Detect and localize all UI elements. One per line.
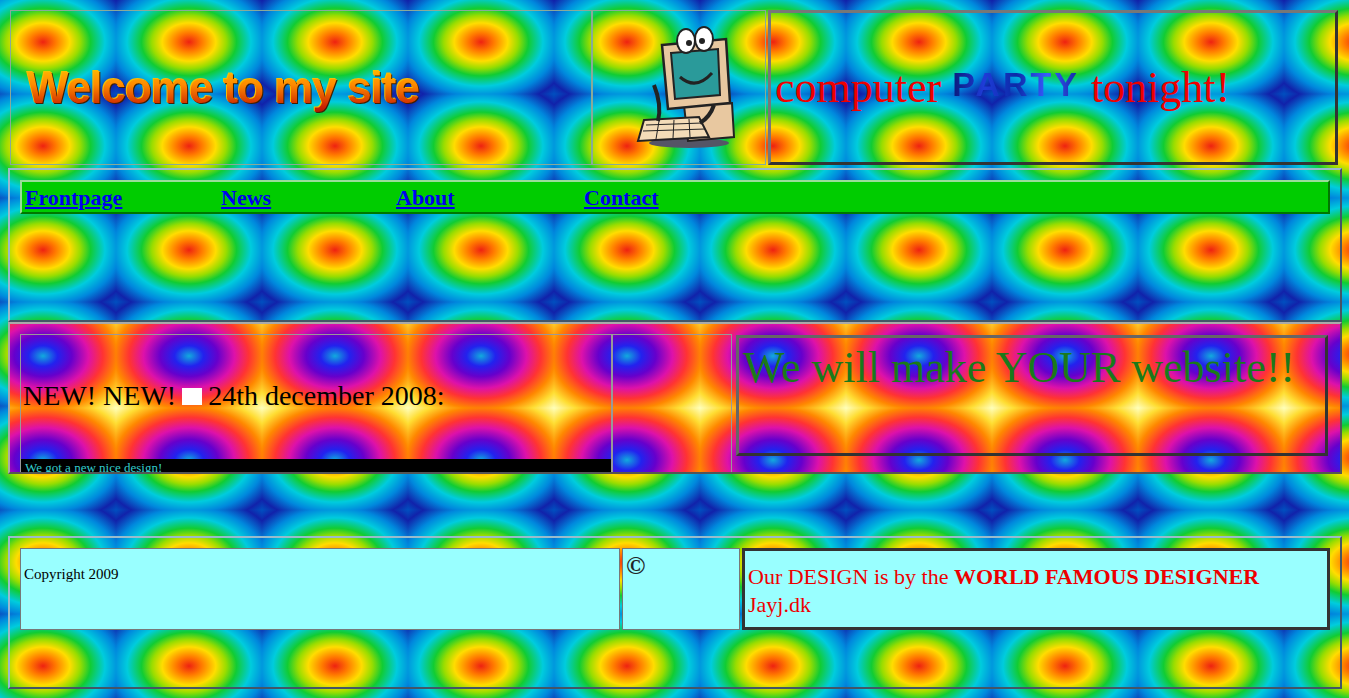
nav-link[interactable]: Contact	[584, 181, 659, 214]
credit-before: Our DESIGN is by the	[748, 564, 954, 589]
credit-link[interactable]: Jayj.dk	[748, 592, 811, 617]
computer-cell	[592, 10, 766, 165]
nav-link[interactable]: Frontpage	[25, 181, 221, 214]
promo-box: We will make YOUR website!!	[736, 335, 1328, 456]
news-cell: NEW! NEW! 24th december 2008: We got a ne…	[20, 334, 612, 474]
welcome-title: Welcome to my site	[27, 55, 419, 121]
copyright-symbol: ©	[622, 548, 740, 630]
news-date: 24th december 2008:	[208, 375, 444, 417]
nav-box: FrontpageNewsAboutContact	[8, 168, 1342, 322]
welcome-cell: Welcome to my site	[10, 10, 592, 165]
party-word: PARTY	[952, 65, 1080, 103]
content-frame[interactable]: NEW! NEW! 24th december 2008: We got a ne…	[8, 322, 1342, 474]
header: Welcome to my site computer PARTY tonigh…	[10, 10, 1338, 165]
news-badge: NEW! NEW!	[23, 375, 176, 417]
computer-icon	[614, 25, 744, 150]
credit-bold: WORLD FAMOUS DESIGNER	[954, 564, 1259, 589]
footer: Copyright 2009 © Our DESIGN is by the WO…	[8, 536, 1342, 689]
new-icon	[182, 388, 202, 405]
news-text: We got a new nice design!	[21, 459, 611, 474]
page: Welcome to my site computer PARTY tonigh…	[0, 0, 1349, 689]
nav-bar: FrontpageNewsAboutContact	[20, 180, 1330, 214]
copyright: Copyright 2009	[20, 548, 620, 630]
nav-link[interactable]: News	[221, 181, 396, 214]
spacer-cell	[612, 334, 732, 474]
nav-link[interactable]: About	[396, 181, 584, 214]
credit: Our DESIGN is by the WORLD FAMOUS DESIGN…	[742, 548, 1330, 630]
party-before: computer	[775, 63, 952, 112]
party-banner: computer PARTY tonight!	[768, 10, 1338, 165]
party-after: tonight!	[1080, 63, 1230, 112]
